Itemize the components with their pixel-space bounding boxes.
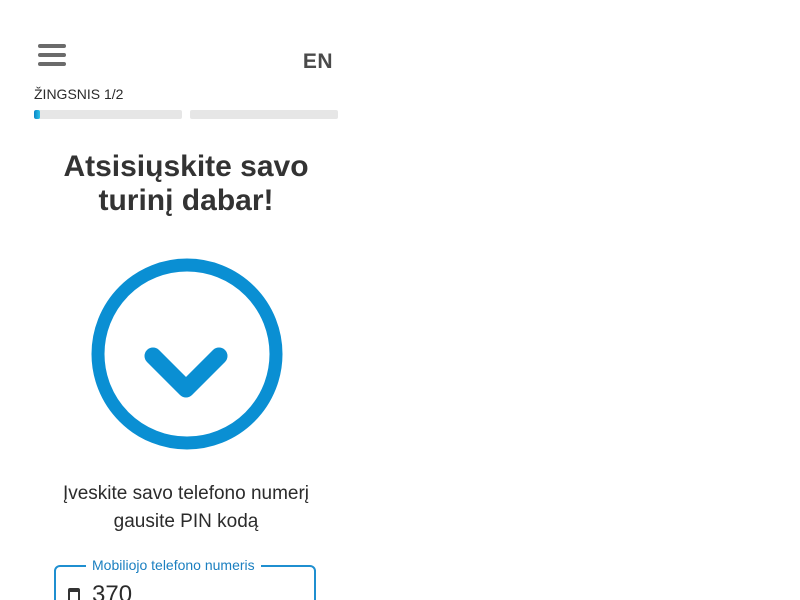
menu-bar xyxy=(38,53,66,57)
mobile-phone-icon xyxy=(68,588,80,600)
page-title: Atsisiųskite savo turinį dabar! xyxy=(33,150,339,218)
page-title-line-2: turinį dabar! xyxy=(98,184,274,217)
progress-segment-step-2 xyxy=(190,110,338,119)
page: EN ŽINGSNIS 1/2 Atsisiųskite savo turinį… xyxy=(0,0,800,600)
phone-number-input[interactable]: 370 xyxy=(92,581,132,600)
instruction-line-2: gausite PIN kodą xyxy=(113,511,259,532)
progress-fill xyxy=(34,110,40,119)
menu-bar xyxy=(38,44,66,48)
step-indicator-label: ŽINGSNIS 1/2 xyxy=(34,86,124,102)
landing-panel: EN ŽINGSNIS 1/2 Atsisiųskite savo turinį… xyxy=(33,0,339,600)
progress-segment-step-1 xyxy=(34,110,182,119)
phone-number-field[interactable]: Mobiliojo telefono numeris 370 xyxy=(54,557,316,600)
instruction-text: Įveskite savo telefono numerį gausite PI… xyxy=(33,480,339,536)
phone-number-label: Mobiliojo telefono numeris xyxy=(86,557,261,573)
hamburger-menu-icon[interactable] xyxy=(38,44,66,68)
page-title-line-1: Atsisiųskite savo xyxy=(63,150,309,183)
download-arrow-circle-icon xyxy=(91,258,283,450)
menu-bar xyxy=(38,62,66,66)
instruction-line-1: Įveskite savo telefono numerį xyxy=(62,483,310,504)
language-switch-button[interactable]: EN xyxy=(303,50,333,74)
